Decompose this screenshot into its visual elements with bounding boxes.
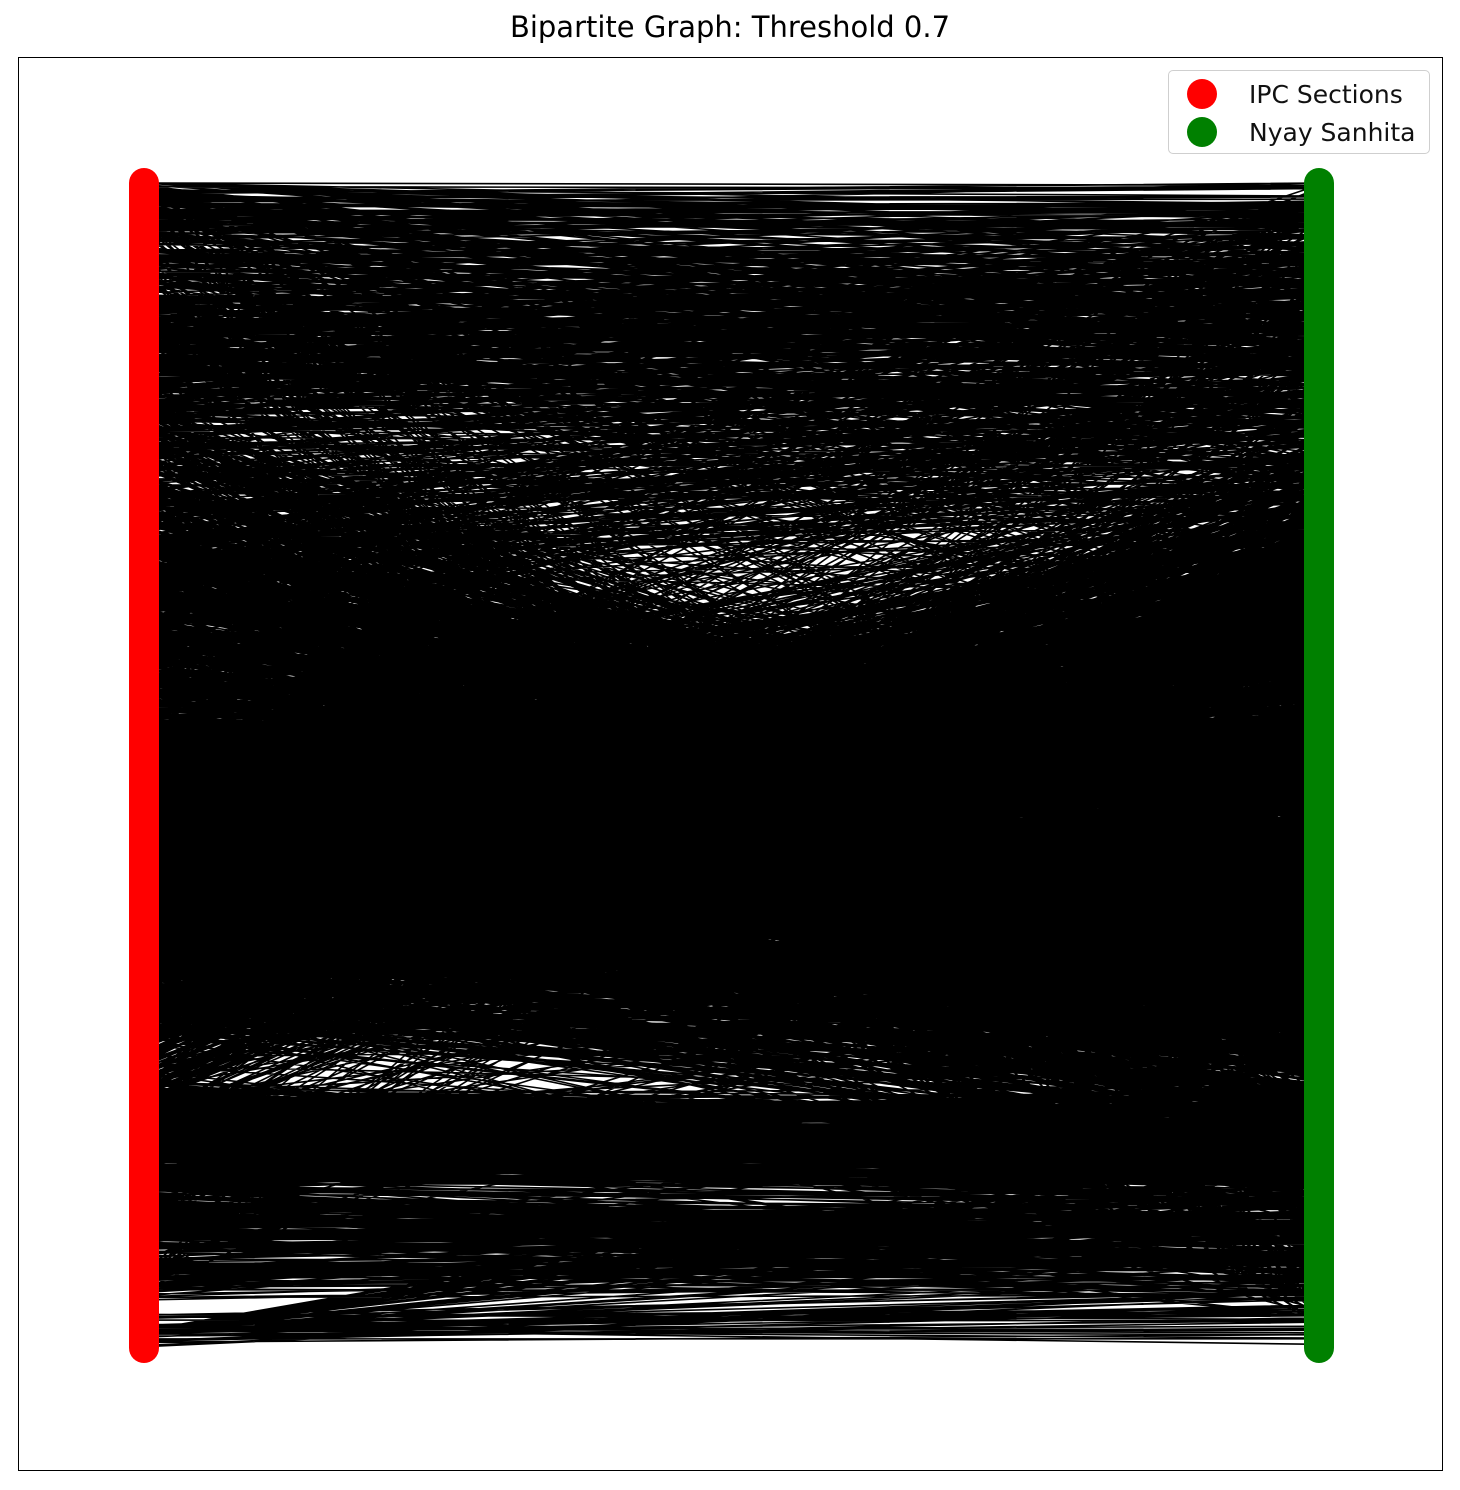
nyay-sanhita-nodes xyxy=(1304,168,1334,1363)
legend: IPC Sections Nyay Sanhita xyxy=(1168,70,1430,154)
graph-frame xyxy=(18,57,1443,1471)
legend-marker-ipc xyxy=(1187,79,1217,109)
legend-marker-nyay xyxy=(1187,117,1217,147)
bipartite-graph xyxy=(129,168,1334,1363)
edge-layer xyxy=(143,182,1320,1348)
legend-label-nyay: Nyay Sanhita xyxy=(1249,117,1416,147)
legend-item-ipc-sections: IPC Sections xyxy=(1187,77,1403,111)
chart-title: Bipartite Graph: Threshold 0.7 xyxy=(509,10,951,44)
legend-label-ipc: IPC Sections xyxy=(1249,79,1403,109)
ipc-sections-nodes xyxy=(129,168,159,1363)
graph-edges xyxy=(143,182,1320,1348)
legend-item-nyay-sanhita: Nyay Sanhita xyxy=(1187,115,1416,149)
